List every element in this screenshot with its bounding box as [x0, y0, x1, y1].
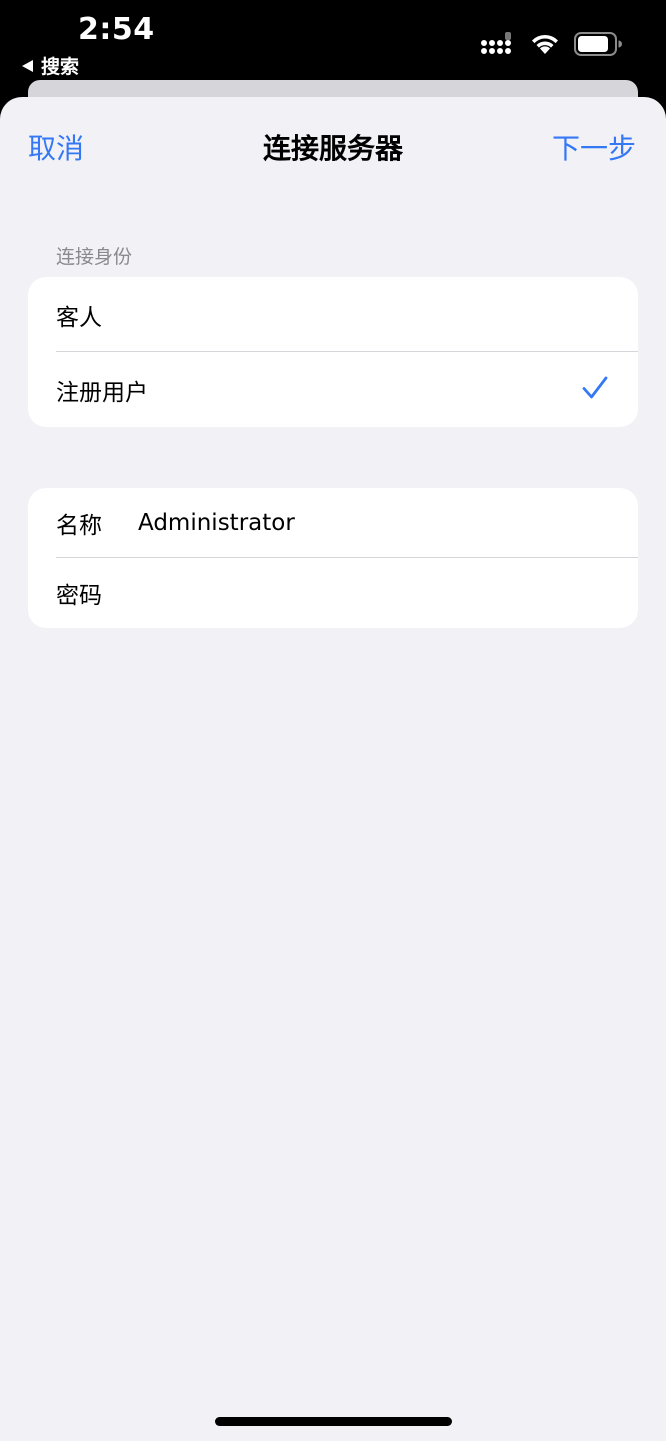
cancel-button[interactable]: 取消 — [28, 127, 84, 167]
password-field[interactable] — [138, 573, 638, 613]
identity-option-guest[interactable]: 客人 — [28, 277, 638, 352]
password-field-row[interactable]: 密码 — [28, 558, 638, 628]
name-field[interactable]: Administrator — [138, 510, 295, 536]
cellular-signal-icon — [481, 32, 511, 54]
battery-icon — [574, 32, 622, 56]
wifi-icon — [532, 34, 558, 54]
back-arrow-icon — [22, 59, 33, 72]
section-header-identity: 连接身份 — [56, 246, 133, 268]
identity-option-label: 客人 — [56, 304, 102, 331]
identity-option-label: 注册用户 — [56, 379, 148, 406]
next-button[interactable]: 下一步 — [552, 127, 636, 167]
connect-server-sheet: 取消 连接服务器 下一步 连接身份 客人 注册用户 名称 Administrat… — [0, 97, 666, 1441]
name-field-label: 名称 — [56, 513, 102, 539]
password-field-label: 密码 — [56, 583, 102, 609]
name-field-row[interactable]: 名称 Administrator — [28, 488, 638, 558]
status-icons — [480, 32, 622, 56]
checkmark-icon — [582, 376, 608, 399]
credentials-group: 名称 Administrator 密码 — [28, 488, 638, 628]
back-to-app-button[interactable]: 搜索 — [22, 52, 79, 79]
home-indicator[interactable] — [215, 1417, 452, 1426]
status-time: 2:54 — [78, 12, 155, 47]
back-app-label: 搜索 — [41, 56, 80, 78]
identity-options-group: 客人 注册用户 — [28, 277, 638, 427]
navigation-bar: 取消 连接服务器 下一步 — [0, 97, 666, 197]
identity-option-registered-user[interactable]: 注册用户 — [28, 352, 638, 427]
